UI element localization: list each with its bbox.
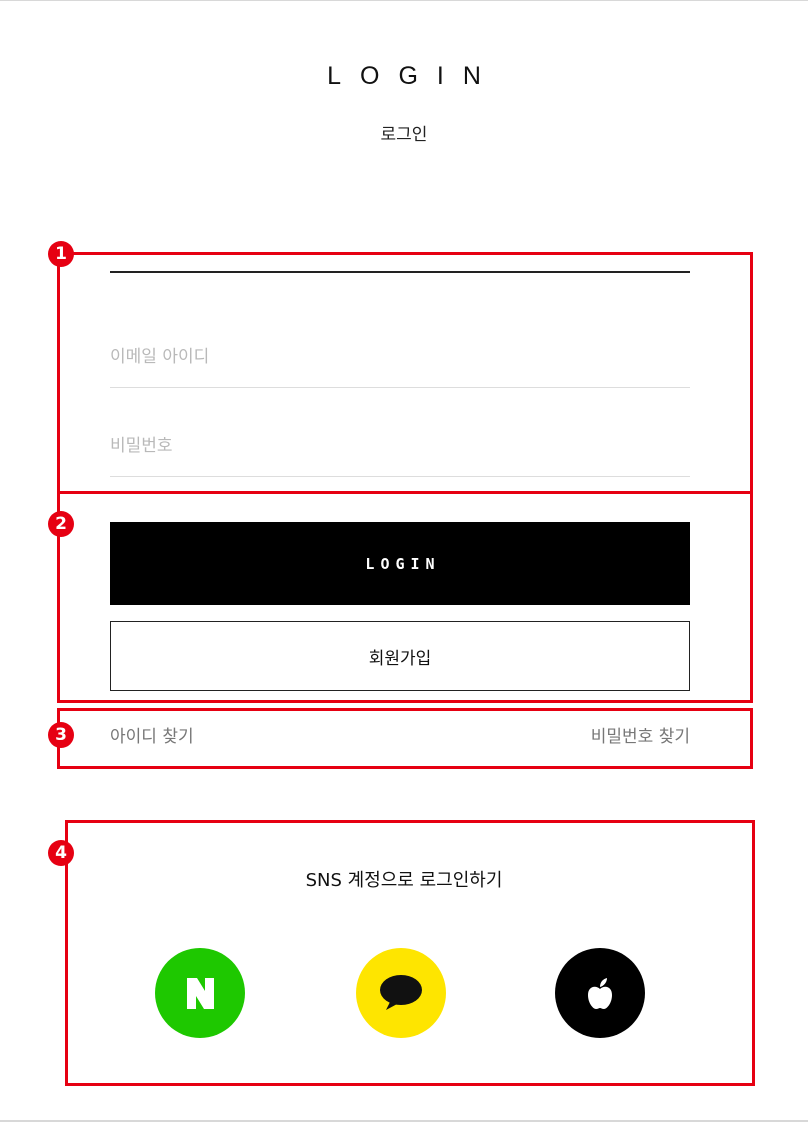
apple-login-button[interactable]: [555, 948, 645, 1038]
apple-icon: [588, 978, 612, 1009]
find-password-link[interactable]: 비밀번호 찾기: [591, 722, 690, 747]
page-title: LOGIN: [327, 62, 500, 90]
email-field[interactable]: [110, 327, 690, 388]
kakao-icon: [380, 975, 422, 1010]
annotation-badge-1: 1: [48, 241, 74, 267]
naver-login-button[interactable]: [155, 948, 245, 1038]
join-button[interactable]: 회원가입: [110, 621, 690, 691]
page-subtitle: 로그인: [380, 125, 428, 145]
annotation-badge-2: 2: [48, 511, 74, 537]
annotation-badge-3: 3: [48, 722, 74, 748]
annotation-badge-4: 4: [48, 840, 74, 866]
password-field[interactable]: [110, 416, 690, 477]
find-id-link[interactable]: 아이디 찾기: [110, 722, 194, 747]
kakao-login-button[interactable]: [356, 948, 446, 1038]
sns-login-title: SNS 계정으로 로그인하기: [305, 870, 503, 891]
top-border: [0, 0, 808, 1]
naver-icon: [187, 978, 214, 1009]
form-top-divider: [110, 271, 690, 273]
login-button[interactable]: LOGIN: [110, 522, 690, 605]
